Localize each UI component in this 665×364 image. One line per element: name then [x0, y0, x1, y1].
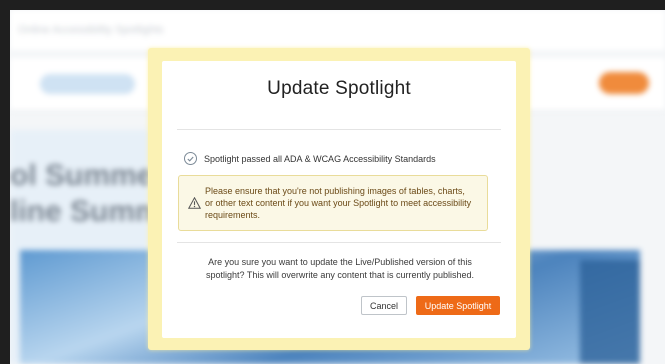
cancel-button[interactable]: Cancel: [361, 296, 407, 315]
background-topbar: Online Accessibility Spotlights: [10, 10, 665, 50]
background-nav-pill: [40, 74, 135, 94]
dialog-title: Update Spotlight: [267, 78, 411, 99]
background-image-shade: [580, 260, 640, 364]
update-spotlight-dialog: Update Spotlight Spotlight passed all AD…: [162, 61, 516, 338]
confirm-message: Are you sure you want to update the Live…: [206, 257, 474, 280]
background-orange-button: [599, 72, 649, 94]
warning-text: Please ensure that you're not publishing…: [205, 186, 472, 220]
background-topbar-text: Online Accessibility Spotlights: [18, 24, 164, 36]
check-circle-icon: [184, 152, 197, 165]
update-spotlight-button[interactable]: Update Spotlight: [416, 296, 500, 315]
accessibility-pass-row: Spotlight passed all ADA & WCAG Accessib…: [184, 152, 436, 165]
warning-triangle-icon: [187, 196, 202, 214]
modal-highlight-frame: Update Spotlight Spotlight passed all AD…: [148, 48, 530, 350]
warning-box: Please ensure that you're not publishing…: [178, 175, 488, 231]
accessibility-pass-text: Spotlight passed all ADA & WCAG Accessib…: [204, 153, 436, 164]
divider: [177, 242, 501, 243]
divider: [177, 129, 501, 130]
